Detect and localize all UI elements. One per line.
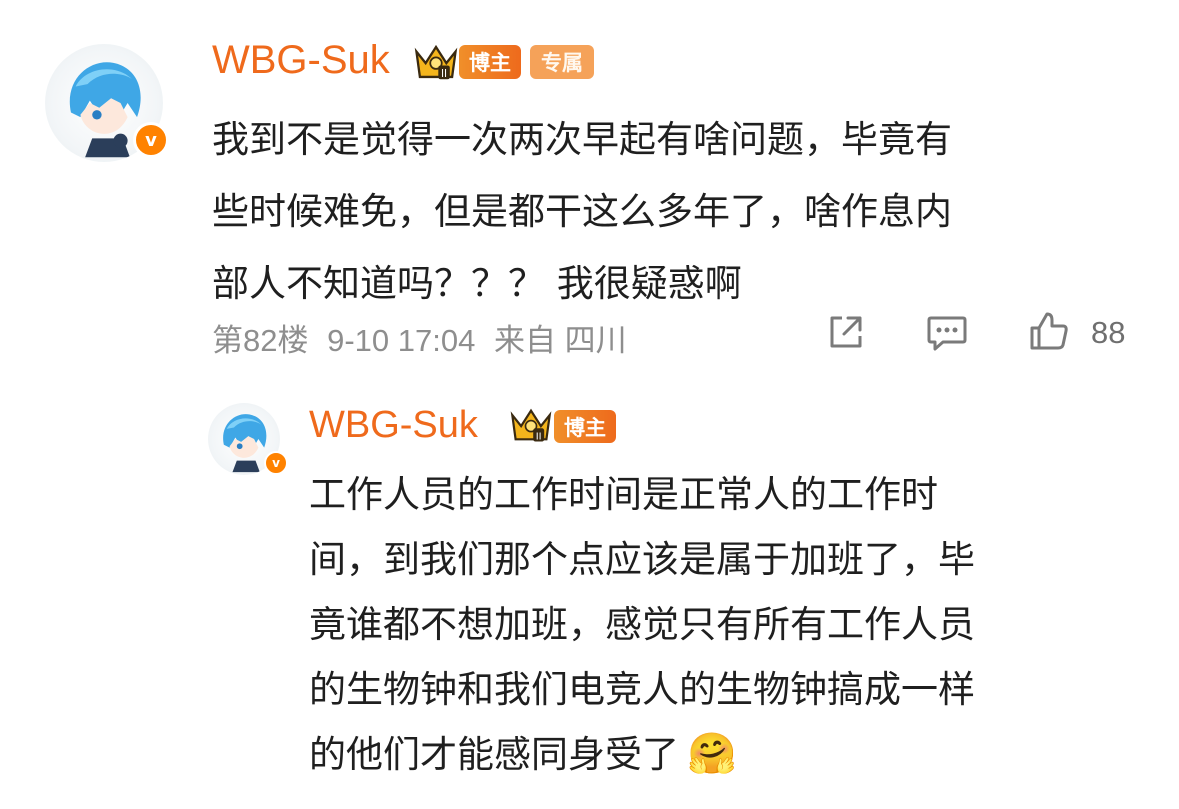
- verified-badge-icon: v: [133, 122, 169, 158]
- like-count: 88: [1091, 315, 1126, 350]
- floor-number: 第82楼: [212, 323, 309, 358]
- share-icon[interactable]: [826, 312, 866, 352]
- comment-source: 来自 四川: [493, 323, 627, 358]
- reply-text: 工作人员的工作时间是正常人的工作时 间，到我们那个点应该是属于加班了，毕 竟谁都…: [309, 462, 975, 787]
- host-tag: 博主: [554, 410, 616, 443]
- commenter-avatar[interactable]: v: [45, 44, 169, 162]
- svg-text:II: II: [441, 68, 447, 80]
- crown-level-icon: II: [414, 44, 458, 80]
- replier-username[interactable]: WBG-Suk: [309, 402, 478, 448]
- comment-icon[interactable]: [925, 312, 969, 352]
- commenter-username[interactable]: WBG-Suk: [212, 36, 390, 84]
- host-tag: 博主: [459, 45, 521, 79]
- comment-time: 9-10 17:04: [327, 323, 476, 358]
- comment-meta: 第82楼 9-10 17:04 来自 四川: [212, 315, 627, 360]
- like-thumb-icon[interactable]: [1028, 310, 1070, 352]
- comment-text: 我到不是觉得一次两次早起有啥问题，毕竟有 些时候难免，但是都干这么多年了，啥作息…: [212, 118, 952, 305]
- replier-avatar[interactable]: v: [208, 403, 288, 475]
- crown-level-icon: II: [510, 408, 552, 442]
- svg-text:II: II: [536, 431, 542, 442]
- exclusive-tag: 专属: [530, 45, 594, 79]
- verified-badge-icon: v: [264, 451, 288, 475]
- hug-emoji-icon: 🤗: [687, 731, 737, 777]
- reply-text-body: 工作人员的工作时间是正常人的工作时 间，到我们那个点应该是属于加班了，毕 竟谁都…: [309, 473, 975, 776]
